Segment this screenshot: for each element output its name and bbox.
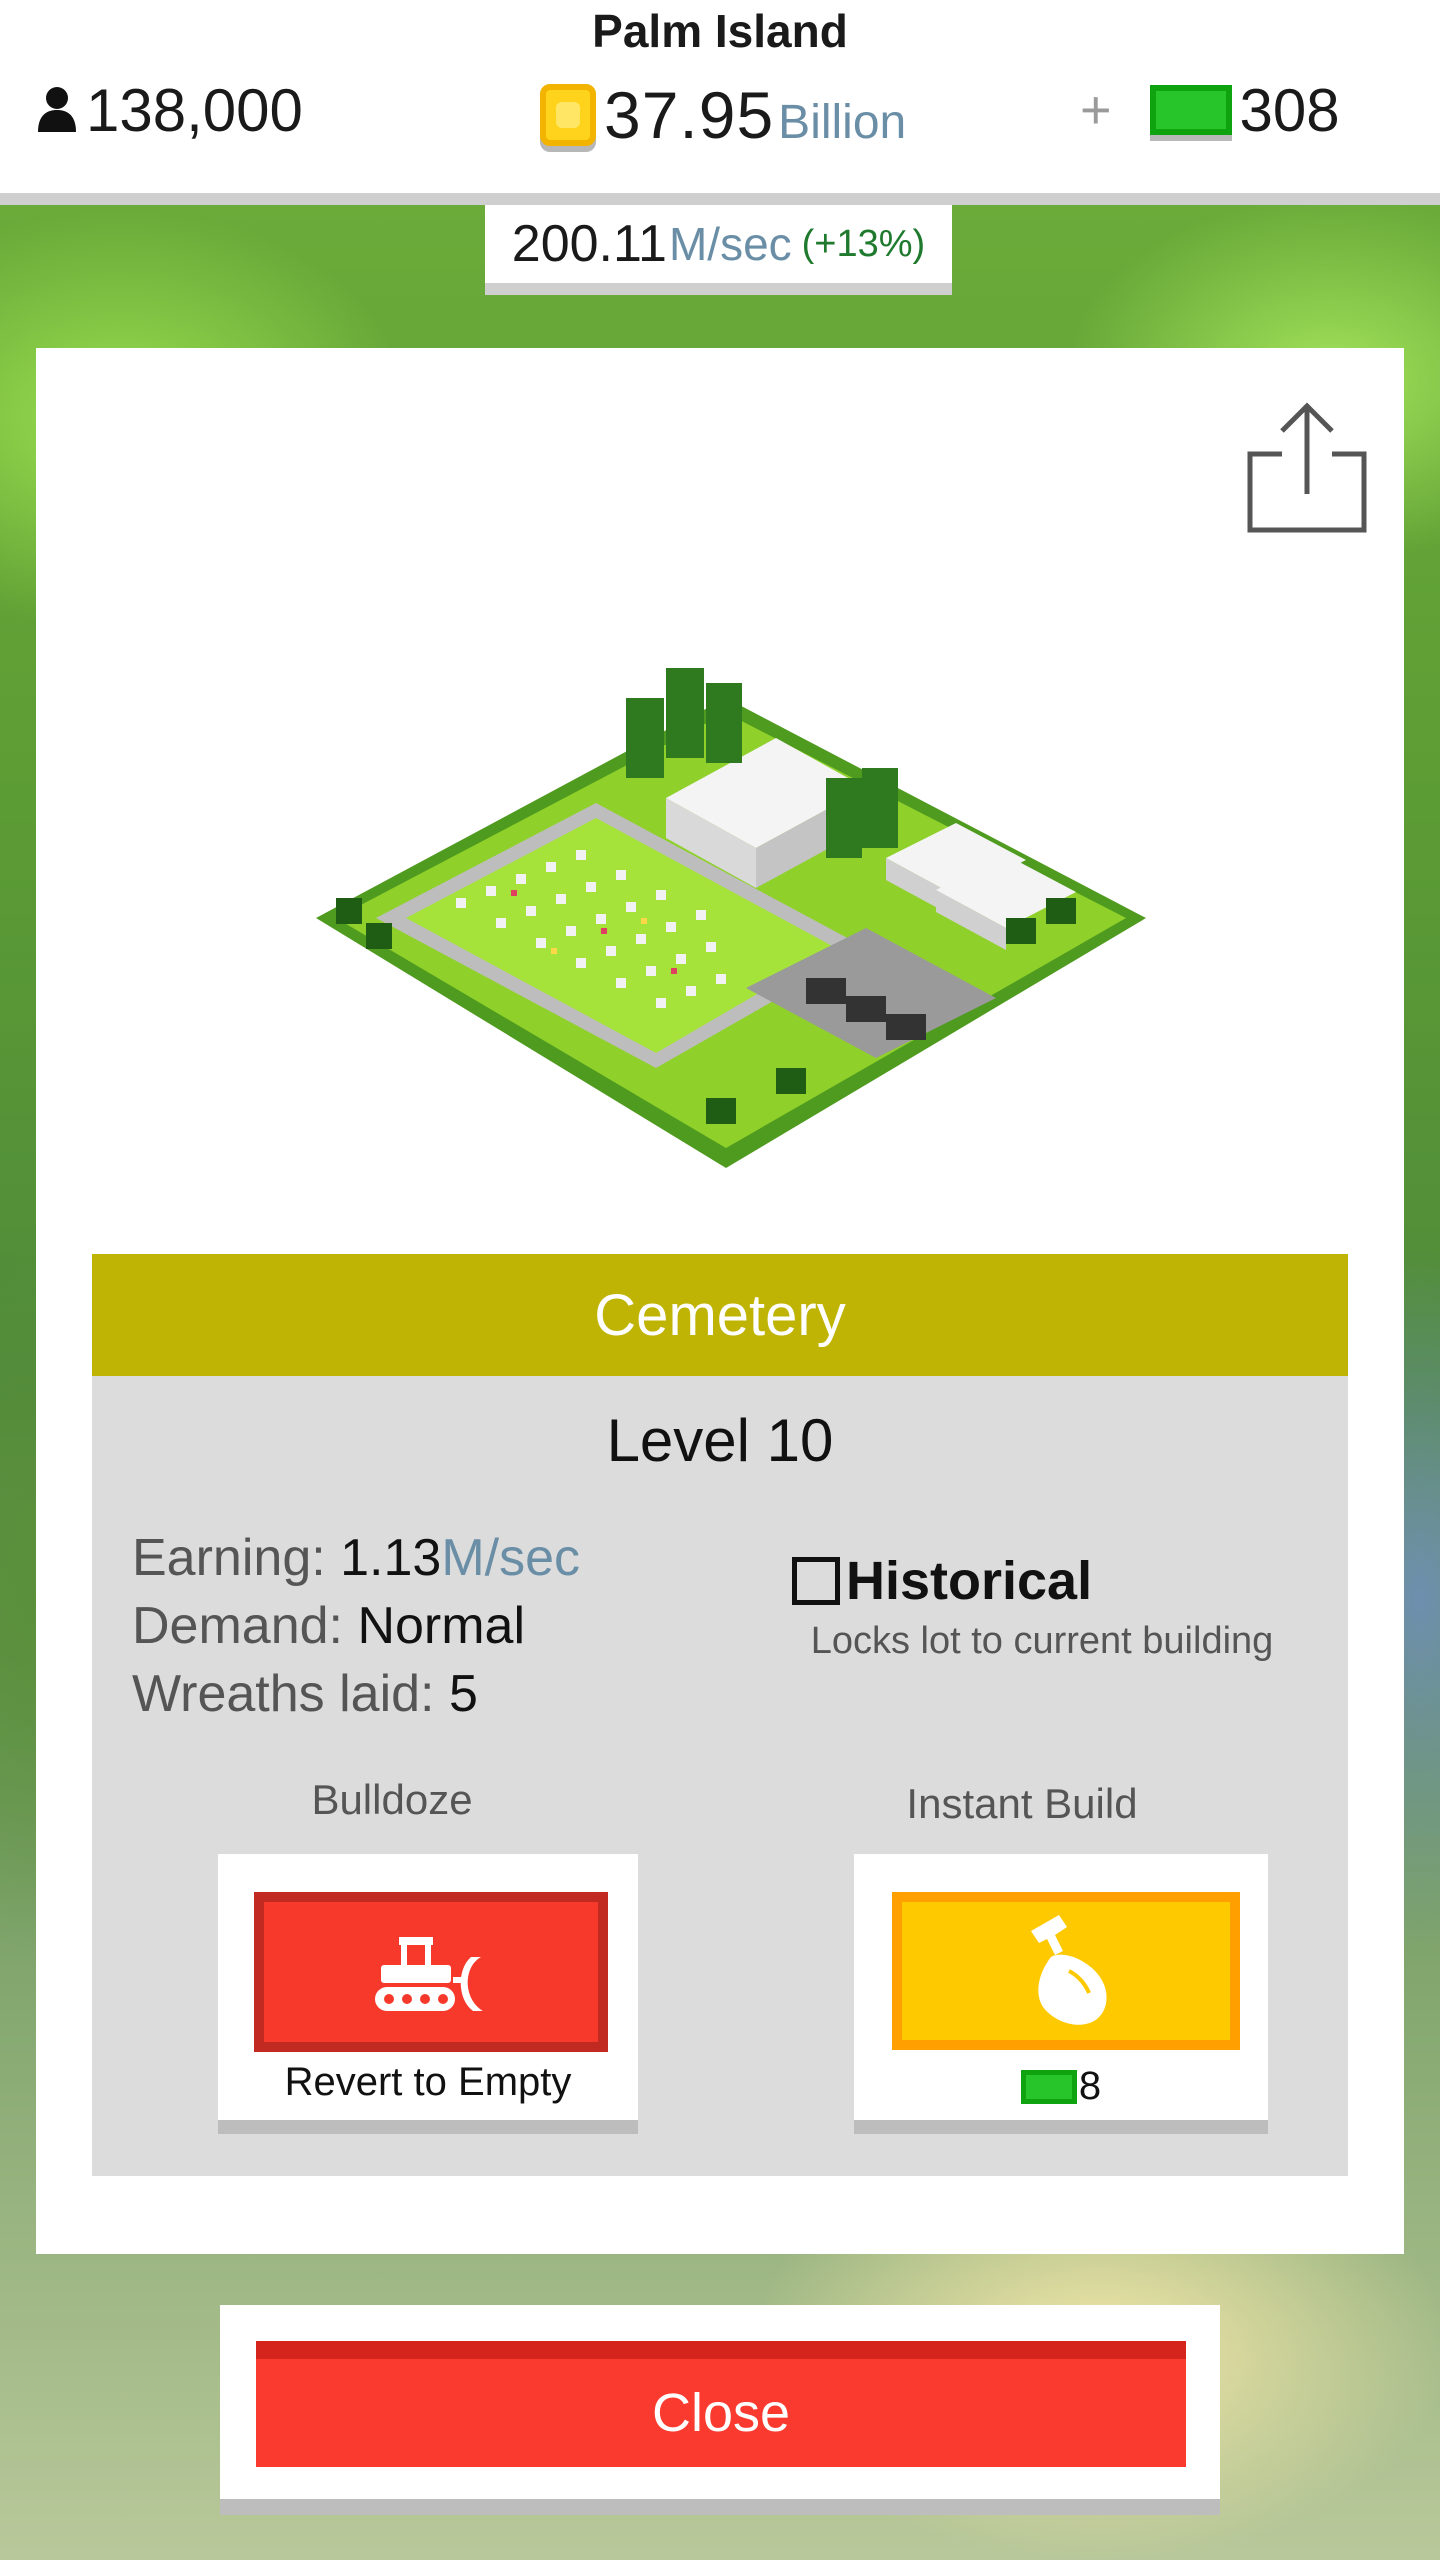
wreaths-row: Wreaths laid: 5 bbox=[132, 1660, 580, 1728]
building-name-bar: Cemetery bbox=[92, 1254, 1348, 1376]
cemetery-building-image bbox=[316, 668, 1146, 1168]
earning-row: Earning: 1.13M/sec bbox=[132, 1524, 580, 1592]
instant-build-title: Instant Build bbox=[906, 1780, 1138, 1827]
earning-unit: M/sec bbox=[441, 1529, 581, 1587]
earning-value: 1.13 bbox=[340, 1529, 442, 1587]
income-rate-unit: M/sec bbox=[668, 218, 792, 270]
bulldoze-button-face[interactable] bbox=[254, 1892, 608, 2052]
coins-unit: Billion bbox=[778, 95, 907, 149]
bulldoze-button[interactable]: Revert to Empty bbox=[218, 1854, 638, 2134]
island-name: Palm Island bbox=[592, 5, 848, 57]
population-stat: 138,000 bbox=[36, 70, 303, 150]
income-bonus: (+13%) bbox=[801, 222, 926, 265]
historical-checkbox[interactable] bbox=[792, 1557, 840, 1605]
demand-value: Normal bbox=[357, 1597, 526, 1655]
building-level: Level 10 bbox=[606, 1407, 834, 1474]
hammer-hand-icon bbox=[1031, 1915, 1107, 2025]
building-panel: Cemetery Level 10 Earning: 1.13M/sec Dem… bbox=[36, 348, 1404, 2254]
building-stats: Earning: 1.13M/sec Demand: Normal Wreath… bbox=[132, 1524, 580, 1728]
income-rate-tab: 200.11 M/sec (+13%) bbox=[485, 205, 952, 295]
income-rate-value: 200.11 bbox=[511, 215, 667, 273]
instant-build-button[interactable]: 8 bbox=[854, 1854, 1268, 2134]
earning-label: Earning: bbox=[132, 1529, 326, 1587]
demand-label: Demand: bbox=[132, 1597, 343, 1655]
historical-toggle[interactable]: Historical bbox=[792, 1550, 1092, 1612]
wreaths-value: 5 bbox=[448, 1665, 478, 1723]
share-icon[interactable] bbox=[1242, 398, 1372, 538]
close-button[interactable]: Close bbox=[256, 2341, 1186, 2467]
person-icon bbox=[38, 87, 76, 132]
historical-label: Historical bbox=[846, 1551, 1093, 1611]
coins-value: 37.95 bbox=[604, 78, 775, 152]
historical-description: Locks lot to current building bbox=[810, 1620, 1274, 1662]
add-cash-button[interactable]: + bbox=[1080, 79, 1112, 141]
cash-icon bbox=[1020, 2069, 1077, 2104]
cash-icon bbox=[1149, 85, 1232, 135]
bulldoze-caption: Revert to Empty bbox=[284, 2060, 572, 2104]
wreaths-label: Wreaths laid: bbox=[132, 1665, 435, 1723]
bulldozer-icon bbox=[375, 1937, 483, 2011]
instant-build-button-face[interactable] bbox=[892, 1892, 1240, 2050]
coins-stat: 37.95 Billion bbox=[540, 70, 906, 160]
instant-build-cost-value: 8 bbox=[1078, 2064, 1102, 2108]
cash-stat[interactable]: + 308 bbox=[1080, 70, 1340, 150]
instant-build-cost: 8 bbox=[854, 2064, 1268, 2109]
cash-value: 308 bbox=[1239, 76, 1340, 144]
demand-row: Demand: Normal bbox=[132, 1592, 580, 1660]
close-button-frame: Close bbox=[220, 2305, 1220, 2515]
bulldoze-title: Bulldoze bbox=[311, 1776, 473, 1823]
building-info: Level 10 Earning: 1.13M/sec Demand: Norm… bbox=[92, 1376, 1348, 2176]
coin-icon bbox=[540, 84, 596, 146]
population-value: 138,000 bbox=[86, 76, 303, 144]
top-status-bar: Palm Island 138,000 37.95 Billion + 308 bbox=[0, 0, 1440, 205]
